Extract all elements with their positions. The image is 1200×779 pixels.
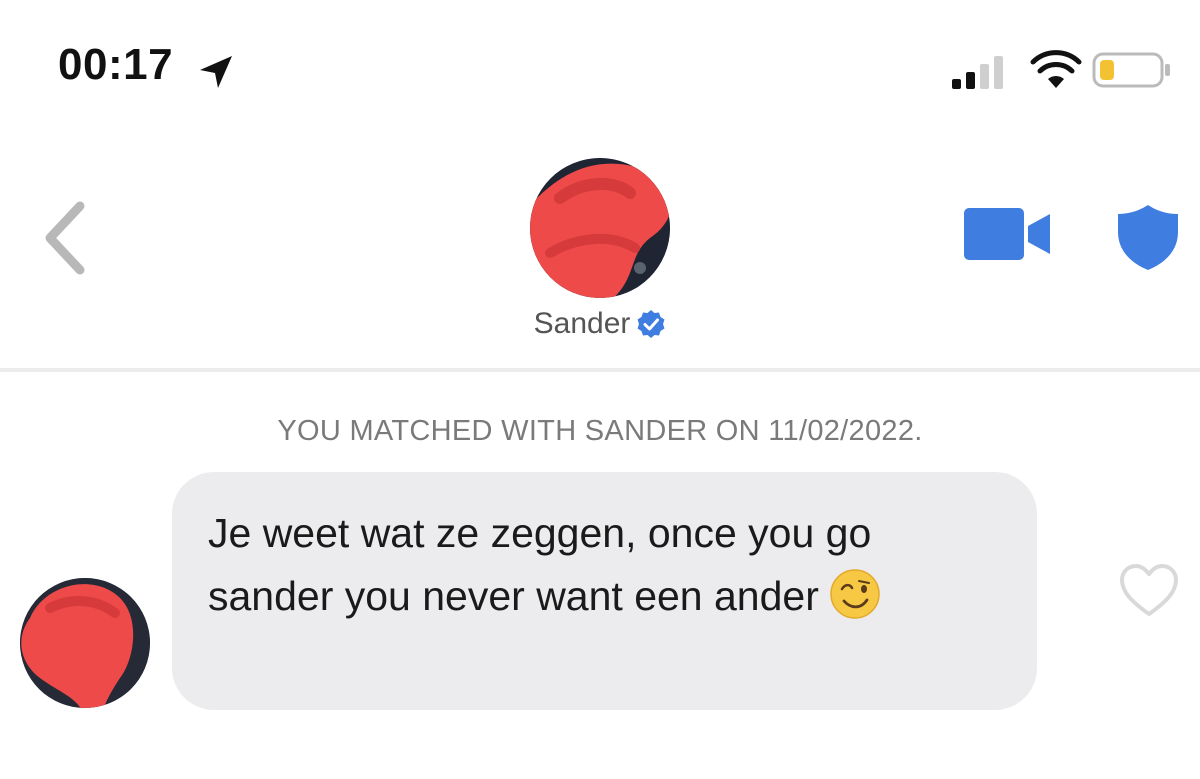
winking-face-emoji [830,569,880,619]
signal-bars-icon [952,56,1003,89]
match-notice: YOU MATCHED WITH SANDER ON 11/02/2022. [277,415,923,447]
battery-low-icon [1092,52,1170,88]
sender-avatar[interactable] [20,578,150,708]
profile-name: Sander [533,307,631,341]
wifi-icon [1030,50,1082,88]
avatar-redaction [530,158,670,298]
header-divider [0,368,1200,372]
message-row: Je weet wat ze zeggen, once you go sande… [0,470,1200,770]
chevron-left-icon[interactable] [38,198,94,278]
status-time: 00:17 [58,40,174,89]
message-text-content: Je weet wat ze zeggen, once you go sande… [208,510,872,619]
profile-avatar[interactable] [530,158,670,298]
status-bar: 00:17 [0,0,1200,120]
chat-screen: 00:17 Sander YOU MATCHED WITH SANDER ON … [0,0,1200,779]
profile-name-row[interactable]: Sander [0,306,1200,341]
verified-badge-icon [637,310,665,339]
chat-header: Sander [0,120,1200,370]
sender-avatar-redaction [20,578,150,708]
message-text: Je weet wat ze zeggen, once you go sande… [208,502,998,628]
location-arrow-icon [200,56,232,88]
heart-outline-icon[interactable] [1118,562,1180,620]
video-camera-icon[interactable] [962,206,1054,262]
message-bubble[interactable]: Je weet wat ze zeggen, once you go sande… [172,472,1037,710]
shield-icon[interactable] [1115,202,1181,272]
